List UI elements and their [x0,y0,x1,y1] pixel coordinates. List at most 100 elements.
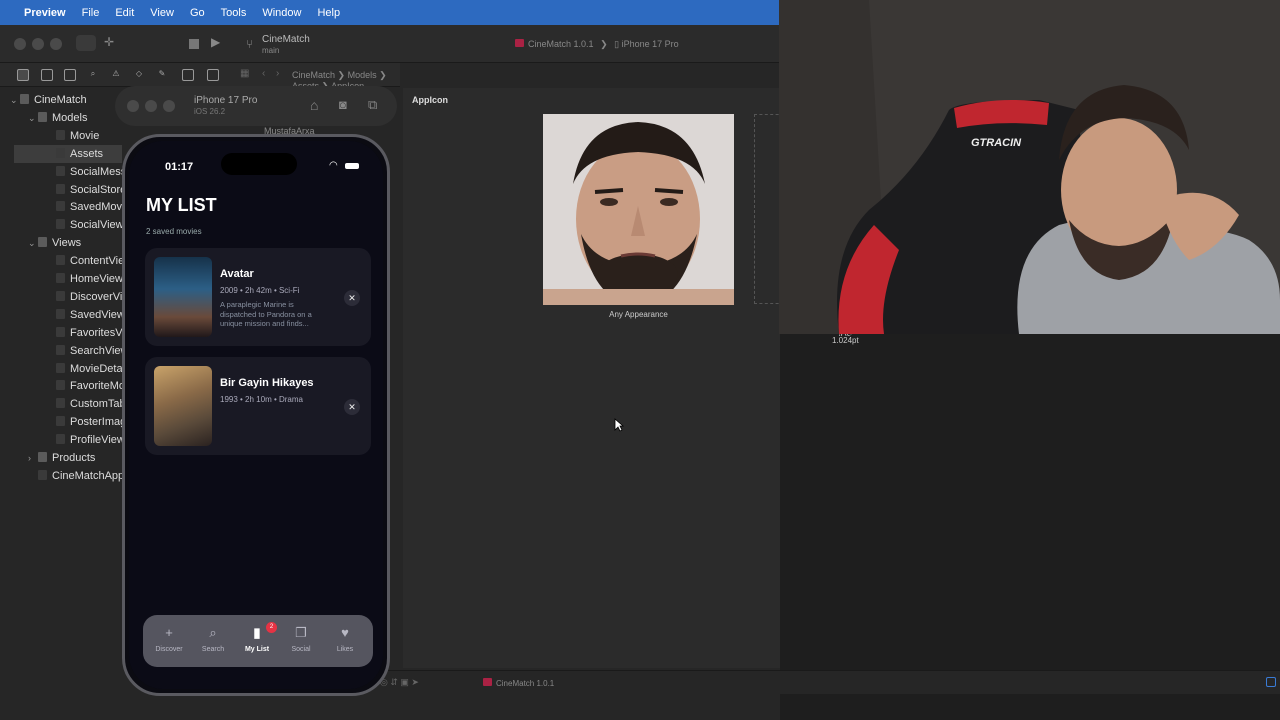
run-destination[interactable]: CineMatch 1.0.1 ❯ ▯ iPhone 17 Pro [515,39,679,50]
sidebar-file[interactable]: HomeView [0,270,123,288]
swift-file-icon [56,255,65,266]
sidebar-folder[interactable]: › Products [0,449,122,467]
bookmark-icon[interactable] [64,69,76,81]
menu-view[interactable]: View [150,7,174,19]
remove-button[interactable]: ✕ [344,399,360,415]
sidebar-folder[interactable]: ⌄ CineMatch [0,91,122,109]
forward-icon[interactable]: › [276,68,279,79]
breakpoint-icon[interactable] [182,69,194,81]
find-icon[interactable]: ⌕ [87,69,99,81]
zoom-window-button[interactable] [50,38,62,50]
sidebar-folder[interactable]: ⌄ Models [0,109,122,127]
tab-search[interactable]: ⌕ Search [190,625,236,653]
tab-social[interactable]: ❐ Social [278,625,324,653]
swift-file-icon [56,219,65,230]
sidebar-file[interactable]: CineMatchApp [0,467,124,485]
sidebar-file[interactable]: SocialMessa [0,163,132,181]
project-navigator-icon[interactable] [17,69,29,81]
menu-tools[interactable]: Tools [221,7,247,19]
disclosure-chevron-icon[interactable]: ⌄ [28,234,38,252]
sidebar-file[interactable]: SearchView [0,342,129,360]
debug-icon[interactable]: ✎ [156,69,168,81]
sidebar-file[interactable]: SocialView [0,216,124,234]
menu-file[interactable]: File [82,7,100,19]
menu-edit[interactable]: Edit [115,7,134,19]
sidebar-item-label: SocialStore [70,183,127,196]
menu-bar: Preview File Edit View Go Tools Window H… [0,0,780,25]
sidebar-file[interactable]: SavedMovie [0,198,131,216]
swift-file-icon [56,183,65,194]
add-icon[interactable]: ✛ [104,35,114,49]
bottom-scheme: CineMatch 1.0.1 [483,678,554,688]
debug-controls-icon[interactable]: ◎ ⇵ ▣ ➤ [380,677,419,688]
sidebar-file[interactable]: FavoriteMov [0,377,131,395]
menu-app-name[interactable]: Preview [24,7,66,19]
sidebar-item-label: SearchView [70,344,129,357]
sidebar-toggle-icon[interactable] [76,35,96,51]
battery-icon [345,163,359,169]
tab-bar: + Discover ⌕ Search ▮ My List ❐ Social ♥… [143,615,373,667]
asset-title: AppIcon [412,95,448,105]
sidebar-file[interactable]: SavedView [0,306,125,324]
mouse-cursor-icon [614,418,625,435]
source-control-icon[interactable] [41,69,53,81]
stop-button[interactable] [189,39,199,49]
sidebar-file[interactable]: DiscoverVie [0,288,129,306]
rotate-icon[interactable]: ⧉ [368,97,377,113]
simulator-title: iPhone 17 Pro iOS 26.2 [194,95,257,117]
menu-help[interactable]: Help [317,7,340,19]
sidebar-item-label: MovieDetail [70,362,128,375]
swift-file-icon [56,147,65,158]
swift-file-icon [56,434,65,445]
movie-card[interactable]: Bir Gayin Hikayes 1993 • 2h 10m • Drama … [145,357,371,455]
breadcrumb-project[interactable]: CineMatch [292,70,335,80]
breadcrumb-models[interactable]: Models [348,70,377,80]
sim-close-button[interactable] [127,100,139,112]
issues-icon[interactable]: ⚠ [110,69,122,81]
folder-icon [20,94,29,104]
report-icon[interactable] [207,69,219,81]
tab-likes[interactable]: ♥ Likes [322,625,368,653]
sim-zoom-button[interactable] [163,100,175,112]
menu-go[interactable]: Go [190,7,205,19]
remove-button[interactable]: ✕ [344,290,360,306]
menu-window[interactable]: Window [262,7,301,19]
sidebar-file[interactable]: ProfileView [0,431,125,449]
app-icon-image[interactable] [543,114,734,305]
movie-meta: 2009 • 2h 42m • Sci-Fi [220,286,300,295]
sim-minimize-button[interactable] [145,100,157,112]
movie-title: Bir Gayin Hikayes [220,377,314,389]
saved-count: 2 saved movies [146,227,202,236]
run-button[interactable]: ▶ [211,35,220,49]
screenshot-icon[interactable]: ◙ [339,97,347,112]
close-window-button[interactable] [14,38,26,50]
swift-file-icon [56,165,65,176]
swift-file-icon [56,326,65,337]
disclosure-chevron-icon[interactable]: ⌄ [28,109,38,127]
tests-icon[interactable]: ◇ [133,69,145,81]
sidebar-file[interactable]: FavoritesVie [0,324,131,342]
back-icon[interactable]: ‹ [262,68,265,79]
disclosure-chevron-icon[interactable]: ⌄ [10,91,20,109]
sidebar-file[interactable]: ContentView [0,252,132,270]
sidebar-folder[interactable]: ⌄ Views [0,234,122,252]
sidebar-file[interactable]: Movie [0,127,122,145]
sidebar-file[interactable]: Assets [14,144,122,163]
sidebar-file[interactable]: SocialStore [0,181,126,199]
scheme-info[interactable]: CineMatch main [262,34,310,56]
wifi-icon: ◠ [329,160,338,171]
chair-brand-text: GTRACIN [971,137,1022,149]
tab-label: My List [244,646,270,653]
sidebar-file[interactable]: PosterImage [0,413,132,431]
grid-icon[interactable]: ▦ [240,68,249,79]
home-icon[interactable]: ⌂ [310,97,318,113]
sidebar-file[interactable]: MovieDetail [0,360,127,378]
minimize-window-button[interactable] [32,38,44,50]
tab-label: Social [291,646,311,653]
disclosure-chevron-icon[interactable]: › [28,449,38,467]
scheme-name: CineMatch [262,34,310,45]
sidebar-file[interactable]: CustomTabB [0,395,133,413]
panel-toggle-icon[interactable] [1266,677,1276,687]
movie-card[interactable]: Avatar 2009 • 2h 42m • Sci-Fi A parapleg… [145,248,371,346]
tab-discover[interactable]: + Discover [146,625,192,653]
